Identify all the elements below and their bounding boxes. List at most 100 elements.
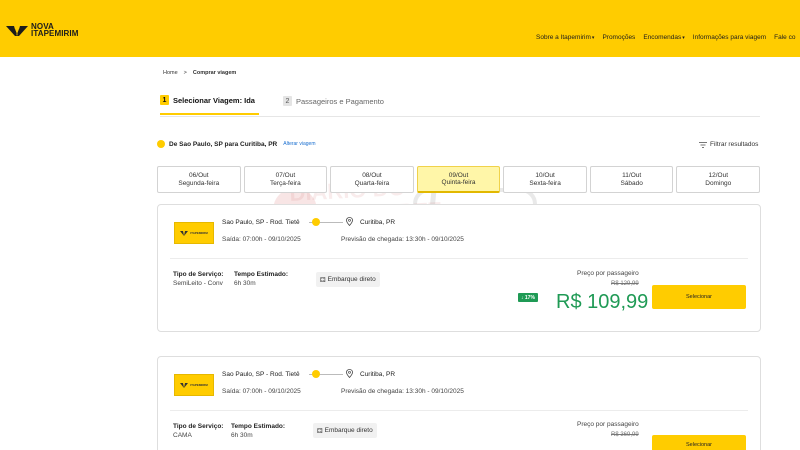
location-pin-icon <box>346 217 353 226</box>
date-tab-10-out[interactable]: 10/Out Sexta-feira <box>503 166 587 193</box>
date-tab-date: 08/Out <box>362 172 382 179</box>
location-pin-icon <box>346 369 353 378</box>
trip-card: ITAPEMIRIM Sao Paulo, SP - Rod. Tietê Sa… <box>157 356 761 450</box>
boarding-label: Embarque direto <box>324 427 373 434</box>
date-tab-day: Sexta-feira <box>529 179 561 187</box>
company-logo: ITAPEMIRIM <box>174 222 214 244</box>
filter-icon <box>699 141 707 148</box>
date-tab-11-out[interactable]: 11/Out Sábado <box>589 166 674 193</box>
date-tab-06-out[interactable]: 06/Out Segunda-feira <box>157 166 241 193</box>
nav-encomendas-label: Encomendas <box>643 34 682 41</box>
step-passengers-payment[interactable]: 2 Passageiros e Pagamento <box>282 95 384 115</box>
date-tabs: 06/Out Segunda-feira 07/Out Terça-feira 08… <box>157 166 761 193</box>
origin-dot-icon <box>312 218 320 226</box>
purchase-steps: 1 Selecionar Viagem: Ida 2 Passageiros e… <box>160 95 384 115</box>
discount-badge: ↓ 17% <box>518 293 538 302</box>
nav-fale-conosco[interactable]: Fale co <box>774 34 795 41</box>
date-tab-07-out[interactable]: 07/Out Terça-feira <box>243 166 328 193</box>
select-trip-button[interactable]: Selecionar <box>652 285 746 309</box>
date-tab-08-out[interactable]: 08/Out Quarta-feira <box>330 166 414 193</box>
company-logo: ITAPEMIRIM <box>174 374 214 396</box>
service-type-label: Tipo de Serviço: <box>173 271 224 278</box>
current-price: R$ 109,99 <box>556 291 649 313</box>
route-text: De Sao Paulo, SP para Curitiba, PR <box>169 140 278 148</box>
filter-label: Filtrar resultados <box>710 141 759 148</box>
nav-fale-label: Fale co <box>774 34 796 41</box>
date-tab-date: 10/Out <box>535 172 555 179</box>
estimated-time-value: 6h 30m <box>231 432 253 439</box>
boarding-icon: ⚃ <box>317 427 323 435</box>
nav-sobre-label: Sobre a Itapemirim <box>536 34 591 41</box>
nav-informacoes-label: Informações para viagem <box>692 34 767 41</box>
date-tab-12-out[interactable]: 12/Out Domingo <box>676 166 761 193</box>
breadcrumb: Home > Comprar viagem <box>163 70 236 76</box>
step-number: 2 <box>282 96 292 106</box>
departure-time: Saída: 07:00h - 09/10/2025 <box>222 236 301 243</box>
filter-button[interactable]: Filtrar resultados <box>699 141 758 148</box>
company-logo-text: ITAPEMIRIM <box>190 383 208 387</box>
brand-name-line2: ITAPEMIRIM <box>31 29 79 38</box>
arrival-time: Previsão de chegada: 13:30h - 09/10/2025 <box>341 388 464 395</box>
breadcrumb-home[interactable]: Home <box>163 70 178 76</box>
origin-station: Sao Paulo, SP - Rod. Tietê <box>222 371 300 378</box>
date-tab-date: 07/Out <box>275 172 296 179</box>
date-tab-day: Sábado <box>620 179 643 187</box>
old-price: R$ 129,99 <box>611 281 639 287</box>
estimated-time-label: Tempo Estimado: <box>231 423 286 430</box>
brand-logo[interactable]: NOVA ITAPEMIRIM <box>6 22 79 38</box>
main-nav: Sobre a Itapemirim▾ Promoções Encomendas… <box>536 34 795 41</box>
date-tab-date: 09/Out <box>448 171 469 179</box>
logo-wings-icon <box>180 382 189 388</box>
nav-sobre[interactable]: Sobre a Itapemirim▾ <box>536 34 594 41</box>
price-label: Preço por passageiro <box>577 270 639 277</box>
service-type-value: CAMA <box>173 432 192 439</box>
card-divider <box>170 410 748 411</box>
date-tab-day: Segunda-feira <box>178 179 220 187</box>
nav-informacoes[interactable]: Informações para viagem <box>693 34 766 41</box>
date-tab-day: Terça-feira <box>270 179 301 187</box>
company-logo-text: ITAPEMIRIM <box>190 231 208 235</box>
boarding-icon: ⚃ <box>320 276 326 284</box>
date-tab-09-out[interactable]: 09/Out Quinta-feira <box>416 166 501 193</box>
nav-promocoes-label: Promoções <box>602 34 636 41</box>
price-label: Preço por passageiro <box>577 421 639 428</box>
brand-name: NOVA ITAPEMIRIM <box>31 22 79 38</box>
trip-card: ITAPEMIRIM Sao Paulo, SP - Rod. Tietê Sa… <box>157 204 761 332</box>
chevron-down-icon: ▾ <box>682 35 685 41</box>
estimated-time-value: 6h 30m <box>234 280 256 287</box>
step-label: Passageiros e Pagamento <box>295 96 384 106</box>
logo-wings-icon <box>180 230 189 236</box>
nav-promocoes[interactable]: Promoções <box>602 34 635 41</box>
steps-divider <box>160 116 760 117</box>
service-type-label: Tipo de Serviço: <box>173 423 224 430</box>
arrival-time: Previsão de chegada: 13:30h - 09/10/2025 <box>341 236 464 243</box>
boarding-badge: ⚃ Embarque direto <box>313 423 377 438</box>
route-dot-icon <box>157 140 165 148</box>
date-tab-day: Quinta-feira <box>441 179 476 186</box>
route-summary: De Sao Paulo, SP para Curitiba, PR Alter… <box>157 140 315 148</box>
step-select-trip[interactable]: 1 Selecionar Viagem: Ida <box>160 95 259 115</box>
breadcrumb-current: Comprar viagem <box>192 70 237 76</box>
nav-encomendas[interactable]: Encomendas▾ <box>643 34 684 41</box>
select-trip-button[interactable]: Selecionar <box>652 435 746 450</box>
estimated-time-label: Tempo Estimado: <box>234 271 289 278</box>
date-tab-date: 11/Out <box>622 172 642 179</box>
origin-dot-icon <box>312 370 320 378</box>
chevron-down-icon: ▾ <box>591 35 595 41</box>
origin-station: Sao Paulo, SP - Rod. Tietê <box>222 219 300 226</box>
service-type-value: SemiLeito - Conv <box>173 280 223 287</box>
date-tab-day: Quarta-feira <box>354 179 390 187</box>
logo-wings-icon <box>6 26 28 36</box>
boarding-badge: ⚃ Embarque direto <box>316 272 380 287</box>
date-tab-date: 12/Out <box>708 172 729 179</box>
date-tab-day: Domingo <box>705 179 732 187</box>
step-label: Selecionar Viagem: Ida <box>173 95 255 105</box>
boarding-label: Embarque direto <box>327 276 376 283</box>
breadcrumb-separator: > <box>183 70 187 76</box>
destination-station: Curitiba, PR <box>360 371 396 378</box>
destination-station: Curitiba, PR <box>360 219 396 226</box>
departure-time: Saída: 07:00h - 09/10/2025 <box>222 388 301 395</box>
top-header: NOVA ITAPEMIRIM Sobre a Itapemirim▾ Prom… <box>0 0 800 57</box>
card-divider <box>170 258 748 259</box>
change-trip-link[interactable]: Alterar viagem <box>283 141 315 147</box>
